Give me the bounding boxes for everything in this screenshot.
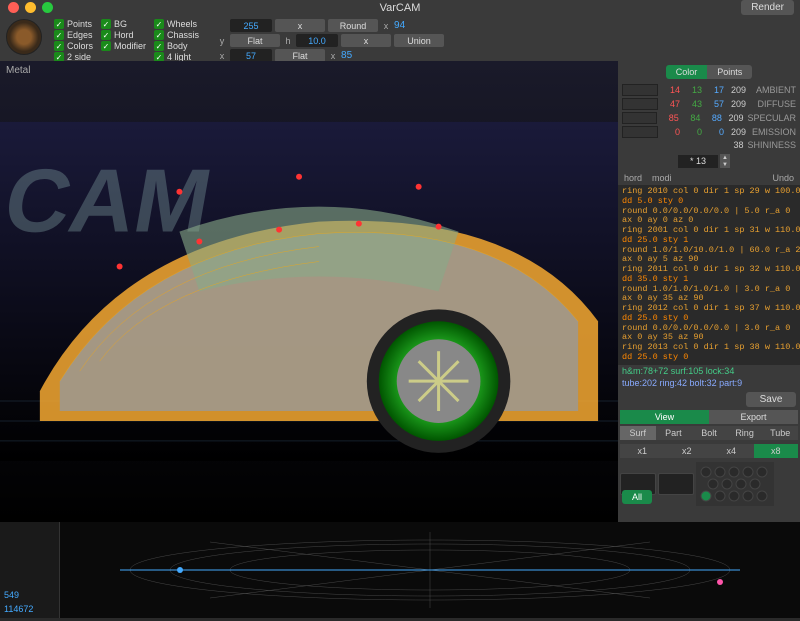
bottom-wireframe: [60, 522, 800, 618]
stepper-down-icon[interactable]: ▼: [720, 161, 730, 168]
checkbox-modifier[interactable]: ✓: [101, 41, 111, 51]
seg-ring[interactable]: Ring: [727, 426, 763, 440]
undo-button[interactable]: Undo: [772, 173, 794, 183]
save-button[interactable]: Save: [746, 392, 796, 407]
checkbox-chassis[interactable]: ✓: [154, 30, 164, 40]
seg-x8[interactable]: x8: [754, 444, 799, 458]
checkbox-bg[interactable]: ✓: [101, 19, 111, 29]
prop-row-shininess: 38SHININESS: [618, 139, 800, 151]
hex-grid[interactable]: [696, 462, 774, 506]
tab-points[interactable]: Points: [707, 65, 752, 79]
viewport-mode-label: Metal: [6, 65, 30, 76]
render-button[interactable]: Render: [741, 0, 794, 15]
seg-x4[interactable]: x4: [709, 444, 754, 458]
wheel-icon[interactable]: [6, 19, 42, 55]
viewport-3d[interactable]: Metal CAM: [0, 61, 618, 522]
color-swatch[interactable]: [622, 126, 658, 138]
titlebar: VarCAM Render: [0, 0, 800, 15]
zoom-icon[interactable]: [42, 2, 53, 13]
close-icon[interactable]: [8, 2, 19, 13]
mid-sel3[interactable]: Union: [394, 34, 444, 47]
window-title: VarCAM: [380, 2, 421, 14]
color-swatch[interactable]: [622, 98, 658, 110]
tab-color[interactable]: Color: [666, 65, 708, 79]
stepper-up-icon[interactable]: ▲: [720, 154, 730, 161]
checkbox-edges[interactable]: ✓: [54, 30, 64, 40]
log-header: hord modi Undo: [618, 171, 800, 185]
log-line: dd 25.0 sty 0: [622, 353, 796, 363]
checkbox-colors[interactable]: ✓: [54, 41, 64, 51]
seg-bolt[interactable]: Bolt: [691, 426, 727, 440]
top-sel1[interactable]: x: [275, 19, 325, 32]
mid-value-input[interactable]: [296, 34, 338, 47]
top-output: 94: [394, 20, 405, 31]
bottom-panel[interactable]: 549 114672: [0, 522, 800, 618]
toolbar: ✓Points✓Edges✓Colors✓2 side ✓BG✓Hord✓Mod…: [0, 15, 800, 61]
thumb-2[interactable]: [658, 473, 694, 495]
traffic-lights: [0, 2, 53, 13]
prop-row-emission: 000209EMISSION: [618, 125, 800, 139]
seg-part[interactable]: Part: [656, 426, 692, 440]
minimize-icon[interactable]: [25, 2, 36, 13]
top-sel2[interactable]: Round: [328, 19, 378, 32]
all-button[interactable]: All: [622, 490, 652, 504]
prop-row-specular: 858488209SPECULAR: [618, 111, 800, 125]
toolbar-inputs: x Round x 94 y Flat h x Union x Flat x 8…: [217, 19, 444, 62]
color-swatch[interactable]: [622, 112, 657, 124]
stats-line-1: h&m:78+72 surf:105 lock:34: [618, 365, 800, 377]
seg-x2[interactable]: x2: [665, 444, 710, 458]
seg-tube[interactable]: Tube: [762, 426, 798, 440]
seg-surf[interactable]: Surf: [620, 426, 656, 440]
tab-export[interactable]: Export: [709, 410, 798, 424]
bottom-coords: 549 114672: [0, 522, 60, 618]
checkbox-hord[interactable]: ✓: [101, 30, 111, 40]
prop-row-ambient: 141317209AMBIENT: [618, 83, 800, 97]
color-swatch[interactable]: [622, 84, 658, 96]
log-panel[interactable]: ring 2010 col 0 dir 1 sp 29 w 100.0 h 70…: [618, 185, 800, 365]
mid-sel1[interactable]: Flat: [230, 34, 280, 47]
tab-view[interactable]: View: [620, 410, 709, 424]
stats-line-2: tube:202 ring:42 bolt:32 part:9: [618, 377, 800, 389]
bot-output: 85: [341, 50, 352, 61]
checkbox-body[interactable]: ✓: [154, 41, 164, 51]
shininess-stepper[interactable]: [678, 155, 718, 168]
checkbox-points[interactable]: ✓: [54, 19, 64, 29]
mid-sel2[interactable]: x: [341, 34, 391, 47]
right-panel: Color Points 141317209AMBIENT474357209DI…: [618, 61, 800, 522]
x-label: x: [381, 21, 391, 31]
top-value-input[interactable]: [230, 19, 272, 32]
seg-x1[interactable]: x1: [620, 444, 665, 458]
prop-row-diffuse: 474357209DIFFUSE: [618, 97, 800, 111]
render-preview: CAM: [0, 61, 618, 522]
checkbox-wheels[interactable]: ✓: [154, 19, 164, 29]
